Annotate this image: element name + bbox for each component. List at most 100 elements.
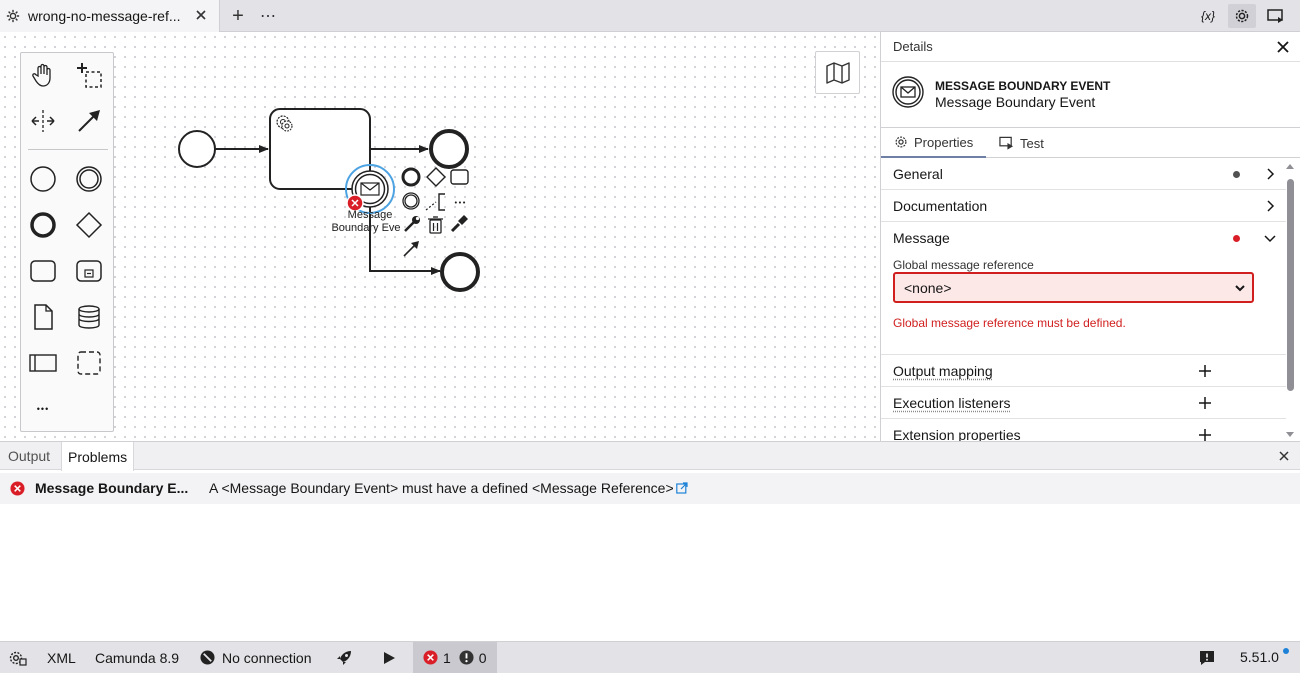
add-icon[interactable] [1198, 396, 1212, 410]
trash-icon[interactable] [428, 216, 443, 234]
group-execution-listeners[interactable]: Execution listeners [881, 387, 1286, 419]
create-data-object[interactable] [27, 301, 59, 333]
warning-icon [459, 650, 474, 665]
diagram-canvas[interactable]: Message Boundary Eve ••• ••• [0, 32, 880, 441]
error-icon [423, 650, 438, 665]
context-pad: ••• [401, 167, 469, 257]
connect-arrow-icon [78, 110, 100, 132]
tool-palette: ••• [20, 52, 114, 432]
more-tools-button[interactable]: ••• [27, 393, 59, 425]
xml-view-button[interactable]: XML [47, 642, 76, 673]
lasso-tool[interactable] [73, 59, 105, 91]
engine-version-button[interactable]: Camunda 8.9 [95, 642, 179, 673]
map-icon [825, 61, 850, 84]
run-button[interactable] [382, 642, 396, 673]
create-task[interactable] [27, 255, 59, 287]
app-version[interactable]: 5.51.0 [1240, 649, 1279, 665]
connection-status-button[interactable]: No connection [200, 642, 312, 673]
play-icon [384, 651, 395, 664]
properties-tabs: Properties Test [881, 128, 1300, 158]
gear-icon [1235, 9, 1249, 23]
global-message-reference-label: Global message reference [893, 258, 1034, 272]
external-link-icon[interactable] [676, 482, 688, 494]
tab-properties-label: Properties [914, 134, 974, 150]
append-task-icon[interactable] [450, 169, 469, 185]
bpmn-diagram[interactable]: Message Boundary Eve ••• [0, 32, 880, 441]
intermediate-event-icon [76, 166, 102, 192]
add-icon[interactable] [1198, 364, 1212, 378]
message-group-body: Global message reference <none> Global m… [881, 254, 1286, 355]
global-connect-tool[interactable] [73, 105, 105, 137]
scrollbar-thumb[interactable] [1287, 179, 1294, 391]
tab-problems[interactable]: Problems [61, 442, 135, 471]
context-more-icon[interactable]: ••• [454, 199, 466, 207]
element-label-line2: Boundary Eve [331, 222, 400, 234]
settings-button[interactable] [1228, 4, 1256, 28]
group-documentation[interactable]: Documentation [881, 190, 1286, 222]
create-group[interactable] [73, 347, 105, 379]
chevron-down-icon [1235, 285, 1245, 292]
close-icon[interactable] [1278, 450, 1290, 462]
add-tab-button[interactable]: + [228, 5, 248, 27]
error-icon [10, 481, 25, 496]
minimap-toggle-button[interactable] [815, 51, 860, 94]
create-data-store[interactable] [73, 301, 105, 333]
global-message-reference-select[interactable]: <none> [893, 272, 1254, 303]
element-header: MESSAGE BOUNDARY EVENT Message Boundary … [881, 62, 1300, 128]
validation-error-message: Global message reference must be defined… [893, 316, 1126, 330]
deploy-button[interactable] [335, 642, 353, 673]
element-label-line1: Message [348, 209, 393, 221]
append-text-annotation-icon[interactable] [425, 193, 445, 211]
hand-tool[interactable] [27, 59, 59, 91]
deploy-panel-button[interactable] [1262, 4, 1290, 28]
data-indicator-dot [1233, 171, 1240, 178]
warning-count: 0 [478, 649, 487, 666]
create-pool[interactable] [27, 347, 59, 379]
append-end-event-icon[interactable] [401, 167, 421, 187]
gear-settings-icon [9, 651, 27, 666]
tab-output[interactable]: Output [2, 442, 56, 470]
color-brush-icon[interactable] [450, 215, 468, 233]
group-message-label: Message [893, 230, 950, 246]
subprocess-icon [76, 260, 102, 282]
connect-arrow-icon[interactable] [403, 241, 419, 257]
chevron-right-icon [1267, 168, 1275, 180]
group-execution-listeners-label: Execution listeners [893, 395, 1011, 411]
space-tool[interactable] [27, 105, 59, 137]
create-start-event[interactable] [27, 163, 59, 195]
group-output-mapping[interactable]: Output mapping [881, 355, 1286, 387]
panel-run-icon [999, 136, 1014, 150]
end-event-2[interactable] [440, 252, 480, 292]
close-icon[interactable] [193, 7, 209, 23]
tab-diagram[interactable]: wrong-no-message-ref... [0, 0, 220, 32]
problem-row[interactable]: Message Boundary E... A <Message Boundar… [0, 473, 1300, 504]
tab-properties[interactable]: Properties [881, 128, 986, 158]
wrench-icon[interactable] [404, 216, 420, 232]
start-event[interactable] [178, 130, 216, 168]
end-event-1[interactable] [429, 129, 469, 169]
append-gateway-icon[interactable] [426, 167, 446, 187]
more-tabs-button[interactable]: ⋯ [258, 6, 278, 26]
create-intermediate-event[interactable] [73, 163, 105, 195]
group-extension-properties[interactable]: Extension properties [881, 419, 1286, 441]
problems-toggle-button[interactable]: 1 0 [413, 642, 497, 673]
add-icon[interactable] [1198, 428, 1212, 441]
append-intermediate-event-icon[interactable] [402, 192, 420, 210]
end-event-icon [30, 212, 56, 238]
space-tool-icon [31, 110, 55, 132]
details-title: Details [893, 39, 933, 54]
create-gateway[interactable] [73, 209, 105, 241]
variables-button[interactable]: {x} [1194, 4, 1222, 28]
close-icon[interactable] [1276, 40, 1290, 54]
tab-test-label: Test [1020, 135, 1044, 151]
create-end-event[interactable] [27, 209, 59, 241]
update-available-dot [1283, 648, 1289, 654]
group-general[interactable]: General [881, 158, 1286, 190]
deployment-settings-button[interactable] [9, 642, 27, 673]
create-subprocess[interactable] [73, 255, 105, 287]
group-message[interactable]: Message [881, 222, 1286, 254]
feedback-button[interactable] [1199, 642, 1215, 673]
panel-run-icon [1267, 9, 1283, 23]
tab-test[interactable]: Test [999, 128, 1044, 158]
start-event-icon [30, 166, 56, 192]
